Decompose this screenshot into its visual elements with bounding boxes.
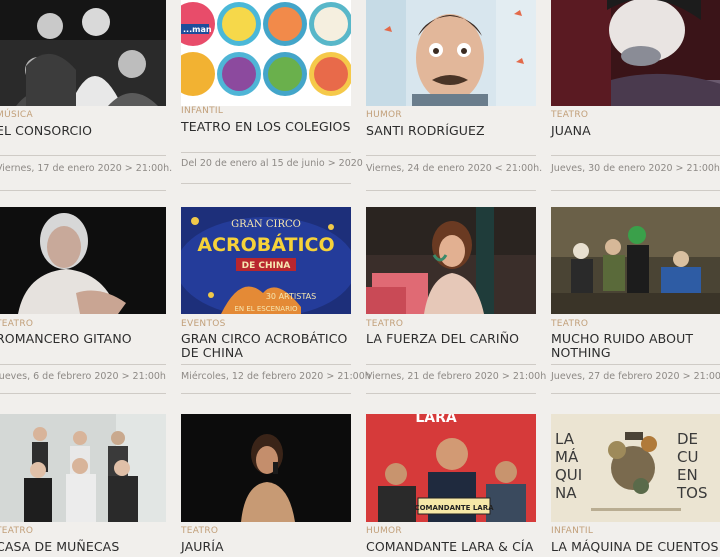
event-thumbnail[interactable]: [0, 414, 166, 522]
event-title[interactable]: LA MÁQUINA DE CUENTOS: [551, 540, 720, 554]
colegios-poster: ...man: [181, 0, 351, 106]
event-category: INFANTIL: [181, 106, 224, 116]
poster-text: TOS: [676, 484, 708, 502]
divider: [181, 364, 351, 365]
event-thumbnail[interactable]: LARA COMANDANTE LARA: [366, 414, 536, 522]
poster-text: QUI: [555, 466, 582, 484]
event-thumbnail[interactable]: GRAN CIRCO ACROBÁTICO DE CHINA 30 ARTIST…: [181, 207, 351, 314]
poster-text: EN: [677, 466, 698, 484]
event-category: TEATRO: [181, 526, 219, 536]
event-category: HUMOR: [366, 526, 402, 536]
event-thumbnail[interactable]: [0, 207, 166, 314]
divider: [0, 364, 166, 365]
event-thumbnail[interactable]: [551, 207, 720, 314]
divider: [366, 364, 536, 365]
event-title[interactable]: CASA DE MUÑECAS: [0, 540, 166, 554]
poster-text: ACROBÁTICO: [197, 233, 334, 256]
divider: [551, 393, 720, 394]
event-category: INFANTIL: [551, 526, 594, 536]
event-date: Del 20 de enero al 15 de junio > 2020: [181, 158, 363, 169]
event-title[interactable]: SANTI RODRÍGUEZ: [366, 124, 536, 138]
event-thumbnail[interactable]: LA MÁ QUI NA DE CU EN TOS: [551, 414, 720, 522]
divider: [551, 190, 720, 191]
poster-text: CU: [677, 448, 698, 466]
event-title[interactable]: ROMANCERO GITANO: [0, 332, 166, 346]
event-thumbnail[interactable]: ...man: [181, 0, 351, 106]
poster-text: GRAN CIRCO: [231, 219, 301, 230]
poster-text: NA: [555, 484, 577, 502]
divider: [0, 393, 166, 394]
event-date: Viernes, 24 de enero 2020 < 21:00h.: [366, 163, 543, 174]
divider: [181, 393, 351, 394]
event-title[interactable]: GRAN CIRCO ACROBÁTICO DE CHINA: [181, 332, 351, 360]
event-category: HUMOR: [366, 110, 402, 120]
divider: [551, 364, 720, 365]
event-title[interactable]: JAURÍA: [181, 540, 351, 554]
event-date: Viernes, 21 de febrero 2020 > 21:00h: [366, 371, 547, 382]
event-category: TEATRO: [551, 110, 589, 120]
jauria-photo: [181, 414, 351, 522]
event-thumbnail[interactable]: [0, 0, 166, 106]
event-title[interactable]: LA FUERZA DEL CARIÑO: [366, 332, 536, 346]
poster-text: ...man: [183, 25, 212, 34]
divider: [366, 393, 536, 394]
juana-photo: [551, 0, 720, 106]
event-date: Jueves, 6 de febrero 2020 > 21:00h: [0, 371, 166, 382]
event-title[interactable]: MUCHO RUIDO ABOUT NOTHING: [551, 332, 720, 360]
event-category: TEATRO: [551, 319, 589, 329]
event-thumbnail[interactable]: [366, 0, 536, 106]
event-title[interactable]: TEATRO EN LOS COLEGIOS: [181, 120, 351, 134]
event-category: TEATRO: [0, 526, 34, 536]
poster-text: DE CHINA: [242, 261, 291, 271]
event-category: TEATRO: [0, 319, 34, 329]
event-thumbnail[interactable]: [551, 0, 720, 106]
divider: [366, 190, 536, 191]
divider: [0, 190, 166, 191]
event-date: Viernes, 17 de enero 2020 > 21:00h.: [0, 163, 173, 174]
divider: [551, 155, 720, 156]
poster-text: MÁ: [555, 447, 579, 466]
event-date: Jueves, 27 de febrero 2020 > 21:00h: [551, 371, 720, 382]
poster-text: DE: [677, 430, 698, 448]
event-date: Miércoles, 12 de febrero 2020 > 21:00h: [181, 371, 371, 382]
circo-poster: GRAN CIRCO ACROBÁTICO DE CHINA 30 ARTIST…: [181, 207, 351, 314]
poster-text: EN EL ESCENARIO: [234, 305, 298, 313]
event-category: TEATRO: [366, 319, 404, 329]
events-grid: MÚSICA EL CONSORCIO Viernes, 17 de enero…: [0, 0, 720, 557]
event-title[interactable]: COMANDANTE LARA & CÍA: [366, 540, 536, 554]
poster-text: COMANDANTE LARA: [414, 504, 494, 512]
santi-photo: [366, 0, 536, 106]
poster-text: 30 ARTISTAS: [266, 292, 316, 301]
divider: [181, 183, 351, 184]
event-title[interactable]: EL CONSORCIO: [0, 124, 166, 138]
event-date: Jueves, 30 de enero 2020 > 21:00h: [551, 163, 720, 174]
divider: [366, 155, 536, 156]
poster-text: LARA: [415, 414, 457, 426]
divider: [181, 152, 351, 153]
event-category: MÚSICA: [0, 110, 33, 120]
event-title[interactable]: JUANA: [551, 124, 720, 138]
romancero-photo: [0, 207, 166, 314]
event-thumbnail[interactable]: [366, 207, 536, 314]
divider: [0, 155, 166, 156]
event-thumbnail[interactable]: [181, 414, 351, 522]
poster-text: LA: [555, 430, 575, 448]
comandante-lara-poster: LARA COMANDANTE LARA: [366, 414, 536, 522]
mucho-ruido-photo: [551, 207, 720, 314]
fuerza-carino-photo: [366, 207, 536, 314]
consorcio-photo: [0, 0, 166, 106]
casa-munecas-photo: [0, 414, 166, 522]
maquina-cuentos-poster: LA MÁ QUI NA DE CU EN TOS: [551, 414, 720, 522]
event-category: EVENTOS: [181, 319, 226, 329]
